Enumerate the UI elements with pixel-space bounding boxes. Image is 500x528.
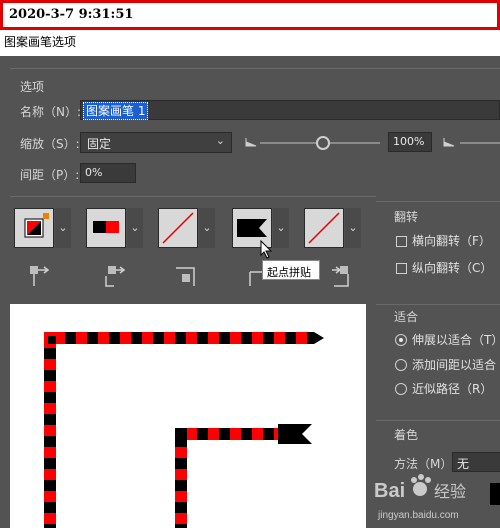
- flip-vertical-checkbox[interactable]: [396, 263, 407, 274]
- timestamp: 2020-3-7 9:31:51: [9, 7, 134, 22]
- flip-section-title: 翻转: [394, 210, 419, 224]
- flip-vertical-label: 纵向翻转（C）: [412, 261, 493, 275]
- tile-outer-corner[interactable]: [86, 208, 126, 248]
- svg-text:经验: 经验: [434, 482, 466, 501]
- tile-outer-chevron[interactable]: ⌄: [127, 208, 143, 248]
- tile-side-chevron[interactable]: ⌄: [55, 208, 71, 248]
- preview-stroke: [44, 332, 324, 528]
- divider: [376, 304, 500, 305]
- section-divider: [10, 68, 500, 69]
- flip-horizontal-checkbox[interactable]: [396, 236, 407, 247]
- flip-horizontal-label: 横向翻转（F）: [412, 234, 491, 248]
- fit-stretch-label: 伸展以适合（T）: [412, 333, 500, 347]
- tile-end-chevron[interactable]: ⌄: [345, 208, 361, 248]
- fit-stretch-radio[interactable]: [395, 334, 407, 346]
- fit-add-space-label: 添加间距以适合: [412, 358, 497, 372]
- fit-approx-path-radio[interactable]: [395, 383, 407, 395]
- scale-dropdown[interactable]: 固定 ⌄: [80, 132, 232, 153]
- fit-approx-path-label: 近似路径（R）: [412, 382, 493, 396]
- timestamp-bar: 2020-3-7 9:31:51: [0, 0, 500, 30]
- mouse-cursor-icon: [260, 240, 273, 259]
- outer-corner-icon: [105, 266, 126, 287]
- name-value: 图案画笔 1: [83, 102, 149, 120]
- divider: [376, 201, 500, 202]
- end-tile-icon: [332, 266, 349, 287]
- fit-section-title: 适合: [394, 310, 419, 324]
- side-tile-icon: [30, 266, 50, 286]
- window-title: 图案画笔选项: [4, 35, 77, 49]
- large-scale-icon: [443, 138, 455, 147]
- small-scale-icon: [245, 138, 257, 147]
- chevron-down-icon: ⌄: [215, 134, 225, 147]
- divider: [10, 196, 376, 197]
- svg-text:Bai: Bai: [374, 480, 405, 502]
- divider: [376, 420, 500, 421]
- scale-slider-knob[interactable]: [316, 136, 330, 150]
- spacing-label: 间距（P）:: [20, 168, 80, 182]
- tile-side[interactable]: [14, 208, 54, 248]
- options-section-title: 选项: [20, 80, 45, 94]
- none-swatch-icon: [308, 212, 340, 244]
- colorize-section-title: 着色: [394, 428, 419, 442]
- spacing-input[interactable]: 0%: [80, 163, 136, 183]
- max-slider-track[interactable]: [460, 142, 500, 144]
- side-tile-swatch: [24, 213, 49, 238]
- fit-add-space-radio[interactable]: [395, 359, 407, 371]
- pattern-brush-dialog: 选项 名称（N）: 图案画笔 1 缩放（S）: 固定 ⌄ 100% 间距（P）:…: [0, 56, 500, 528]
- scale-value: 固定: [87, 137, 112, 151]
- baidu-jingyan-logo: Bai 经验 jingyan.baidu.com: [374, 474, 500, 521]
- inner-corner-icon: [176, 267, 195, 286]
- tile-end[interactable]: [304, 208, 344, 248]
- none-swatch-icon: [162, 212, 194, 244]
- svg-text:jingyan.baidu.com: jingyan.baidu.com: [377, 510, 459, 521]
- scale-percent-input[interactable]: 100%: [388, 132, 432, 152]
- brush-preview: [10, 304, 366, 528]
- outer-corner-swatch: [93, 221, 119, 233]
- tile-start-chevron[interactable]: ⌄: [273, 208, 289, 248]
- scale-label: 缩放（S）:: [20, 137, 80, 151]
- name-label: 名称（N）:: [20, 105, 82, 119]
- tooltip: 起点拼贴: [262, 260, 320, 280]
- name-input[interactable]: 图案画笔 1: [80, 100, 500, 120]
- tile-inner-corner[interactable]: [158, 208, 198, 248]
- tile-inner-chevron[interactable]: ⌄: [199, 208, 215, 248]
